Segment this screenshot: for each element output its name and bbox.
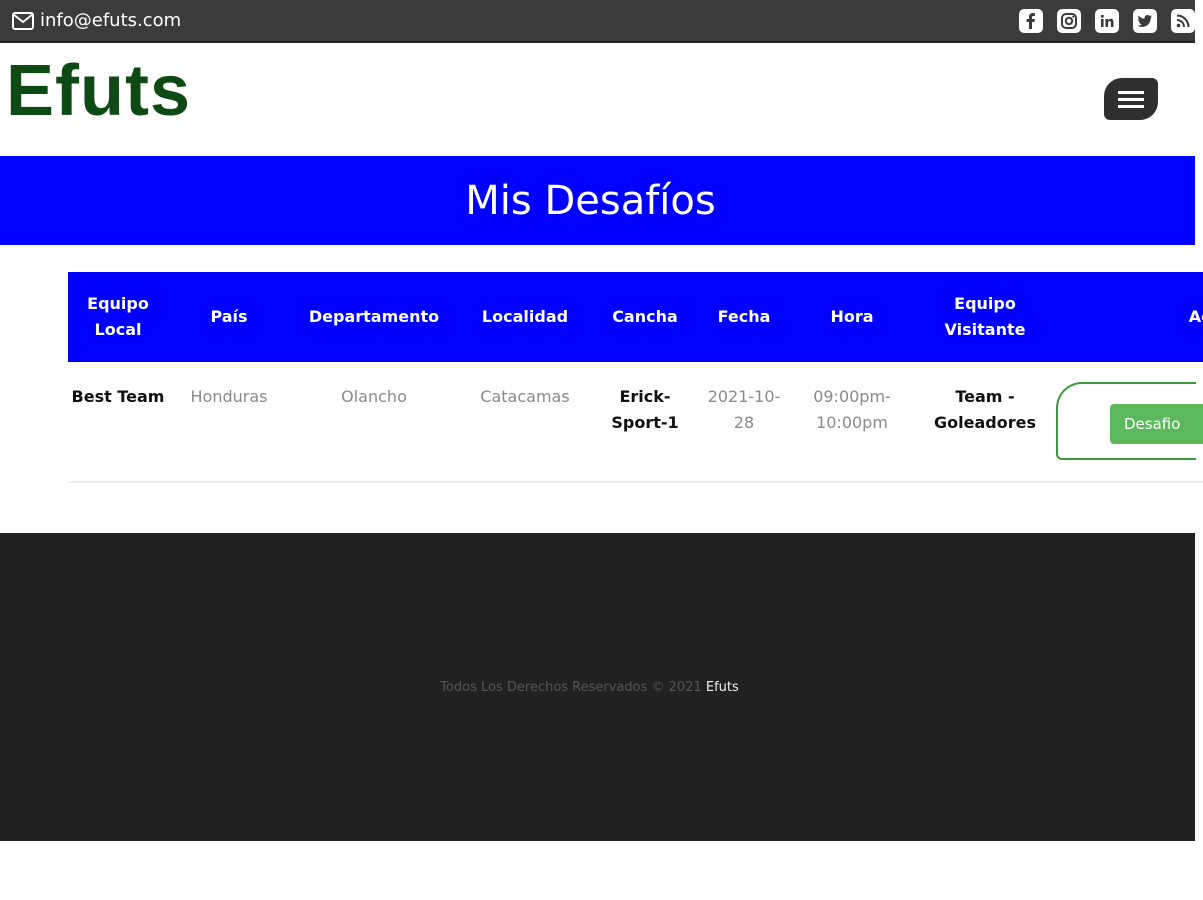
cell-cancha: Erick-Sport-1 [611,387,679,432]
cell-pais: Honduras [190,387,268,406]
table-row: Best Team Honduras Olancho Catacamas Eri… [68,362,1203,482]
site-header: Efuts [0,45,1195,156]
col-header-pais: País [210,307,248,326]
col-header-departamento: Departamento [308,307,440,326]
cell-localidad: Catacamas [480,387,570,406]
cell-accion: Desafio [1056,362,1203,482]
footer-copyright: Todos Los Derechos Reservados © 2021 Efu… [440,680,755,695]
challenges-table: Equipo Local País Departamento Localidad… [68,272,1203,483]
hamburger-menu-icon[interactable] [1104,78,1158,120]
twitter-icon[interactable] [1133,9,1157,33]
contact-email[interactable]: info@efuts.com [12,10,181,31]
rss-icon[interactable] [1171,9,1195,33]
col-header-fecha: Fecha [717,307,771,326]
page-title-banner: Mis Desafíos [0,156,1195,245]
site-logo[interactable]: Efuts [6,55,191,127]
cell-departamento: Olancho [341,387,407,406]
desafio-button[interactable]: Desafio [1110,404,1203,444]
col-header-cancha: Cancha [612,307,678,326]
linkedin-icon[interactable] [1095,9,1119,33]
cell-equipo-visitante: Team - Goleadores [934,387,1036,432]
page-title: Mis Desafíos [465,177,716,224]
col-header-equipo-local: Equipo Local [87,294,149,339]
col-header-localidad: Localidad [481,307,569,326]
instagram-icon[interactable] [1057,9,1081,33]
cell-fecha: 2021-10-28 [707,387,781,432]
site-footer: Todos Los Derechos Reservados © 2021 Efu… [0,533,1195,841]
col-header-accion: Acción [1188,307,1203,326]
footer-brand-link[interactable]: Efuts [706,680,739,695]
cell-equipo-local: Best Team [71,387,165,406]
facebook-icon[interactable] [1019,9,1043,33]
email-text[interactable]: info@efuts.com [40,10,181,31]
action-frame: Desafio [1056,382,1203,460]
table-header-row: Equipo Local País Departamento Localidad… [68,272,1203,362]
envelope-icon [12,11,34,30]
footer-text: Todos Los Derechos Reservados © 2021 [440,679,702,695]
top-bar: info@efuts.com [0,0,1195,43]
col-header-equipo-visitante: Equipo Visitante [944,294,1026,339]
challenges-table-container: Equipo Local País Departamento Localidad… [68,272,1203,484]
cell-hora: 09:00pm-10:00pm [813,387,891,432]
col-header-hora: Hora [830,307,874,326]
social-links [1019,9,1195,33]
